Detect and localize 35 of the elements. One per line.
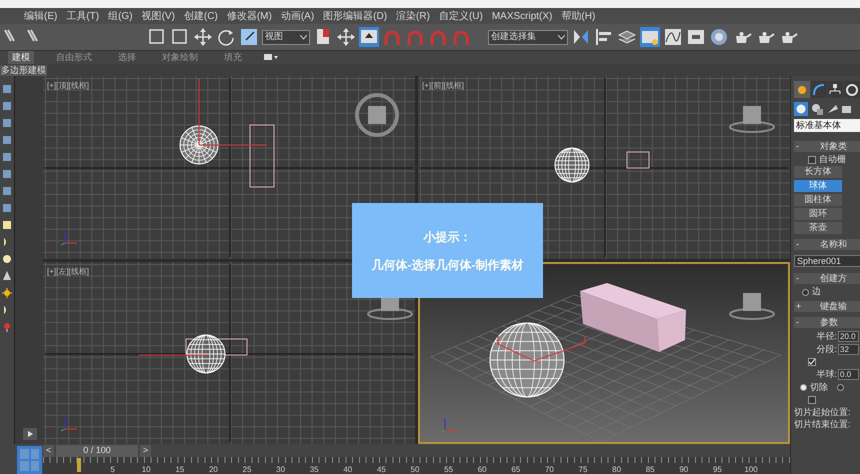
timeline-label: 50 [410,465,420,474]
timeline-label: 5 [110,465,115,474]
rollout-title: 对象类 [819,140,847,153]
timeline-label: 100 [744,465,758,474]
radio-label: 切除 [810,380,828,394]
timeline-label: 20 [208,465,218,474]
radio-label: 边 [812,285,821,298]
field-label: 切片起始位置: [794,406,852,418]
timeline-label: 55 [444,465,454,474]
field-label: 半球: [816,368,837,381]
timeline-label: 80 [612,465,622,474]
rollout-title: 参数 [819,316,838,329]
timeline-label: 75 [578,465,588,474]
timeline-label: 25 [242,465,252,474]
ribbon-panel-label: 多边形建模 [0,64,47,76]
field-label: 分段: [816,342,837,356]
timeline-label: 65 [511,465,520,474]
timeline-label: 95 [712,465,722,474]
rollout-title: 键盘输 [819,300,847,313]
timeline-label: 70 [544,465,554,474]
timeline-label: 45 [376,465,386,474]
field-label: 半径: [816,330,837,343]
timeline-label: 35 [310,465,319,474]
timeline-label: 30 [276,465,286,474]
checkbox-label: 自动栅 [819,153,846,166]
tip-title: 小提示： [424,228,472,246]
timeline-label: 60 [478,465,487,474]
timeline-label: 15 [175,465,184,474]
timeline-label: 90 [679,465,688,474]
field-label: 切片结束位置: [794,418,852,430]
timeline-label: 40 [343,465,352,474]
rollout-title: 创建方 [819,272,847,285]
rollout-title: 名称和 [819,238,847,251]
timeline-label: 10 [142,465,151,474]
timeline-label: 85 [646,465,655,474]
